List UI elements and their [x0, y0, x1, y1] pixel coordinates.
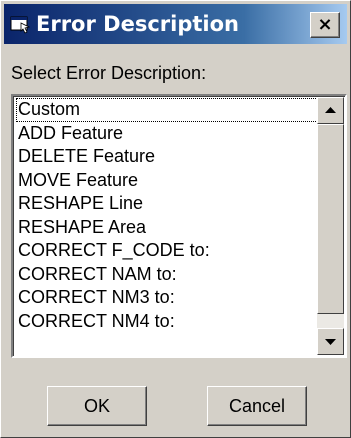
error-description-listbox[interactable]: Custom ADD Feature DELETE Feature MOVE Feat…: [11, 94, 347, 358]
error-description-dialog: Error Description × Select Error Descrip…: [0, 0, 351, 438]
list-item[interactable]: CORRECT NAM to:: [16, 263, 318, 287]
arrow-up-icon: [325, 107, 336, 113]
list-item[interactable]: RESHAPE Area: [16, 216, 318, 240]
list-item[interactable]: CORRECT NM4 to:: [16, 310, 318, 334]
list-item[interactable]: DELETE Feature: [16, 145, 318, 169]
list-item[interactable]: Custom: [16, 98, 318, 122]
list-item[interactable]: CORRECT F_CODE to:: [16, 239, 318, 263]
scroll-up-button[interactable]: [317, 97, 344, 124]
window-title: Error Description: [36, 12, 239, 36]
scrollbar-thumb[interactable]: [317, 124, 344, 314]
scroll-down-button[interactable]: [317, 328, 344, 355]
ok-button[interactable]: OK: [47, 386, 147, 426]
listbox-items: Custom ADD Feature DELETE Feature MOVE Feat…: [16, 98, 318, 333]
select-error-label: Select Error Description:: [11, 63, 207, 83]
list-item[interactable]: RESHAPE Line: [16, 192, 318, 216]
arrow-down-icon: [325, 339, 336, 345]
list-item[interactable]: MOVE Feature: [16, 169, 318, 193]
close-button[interactable]: ×: [310, 12, 340, 38]
vertical-scrollbar[interactable]: [317, 97, 344, 355]
window-app-icon: [10, 16, 30, 34]
cancel-button[interactable]: Cancel: [207, 386, 307, 426]
list-item[interactable]: ADD Feature: [16, 122, 318, 146]
title-bar[interactable]: Error Description ×: [4, 4, 347, 44]
list-item[interactable]: CORRECT NM3 to:: [16, 286, 318, 310]
